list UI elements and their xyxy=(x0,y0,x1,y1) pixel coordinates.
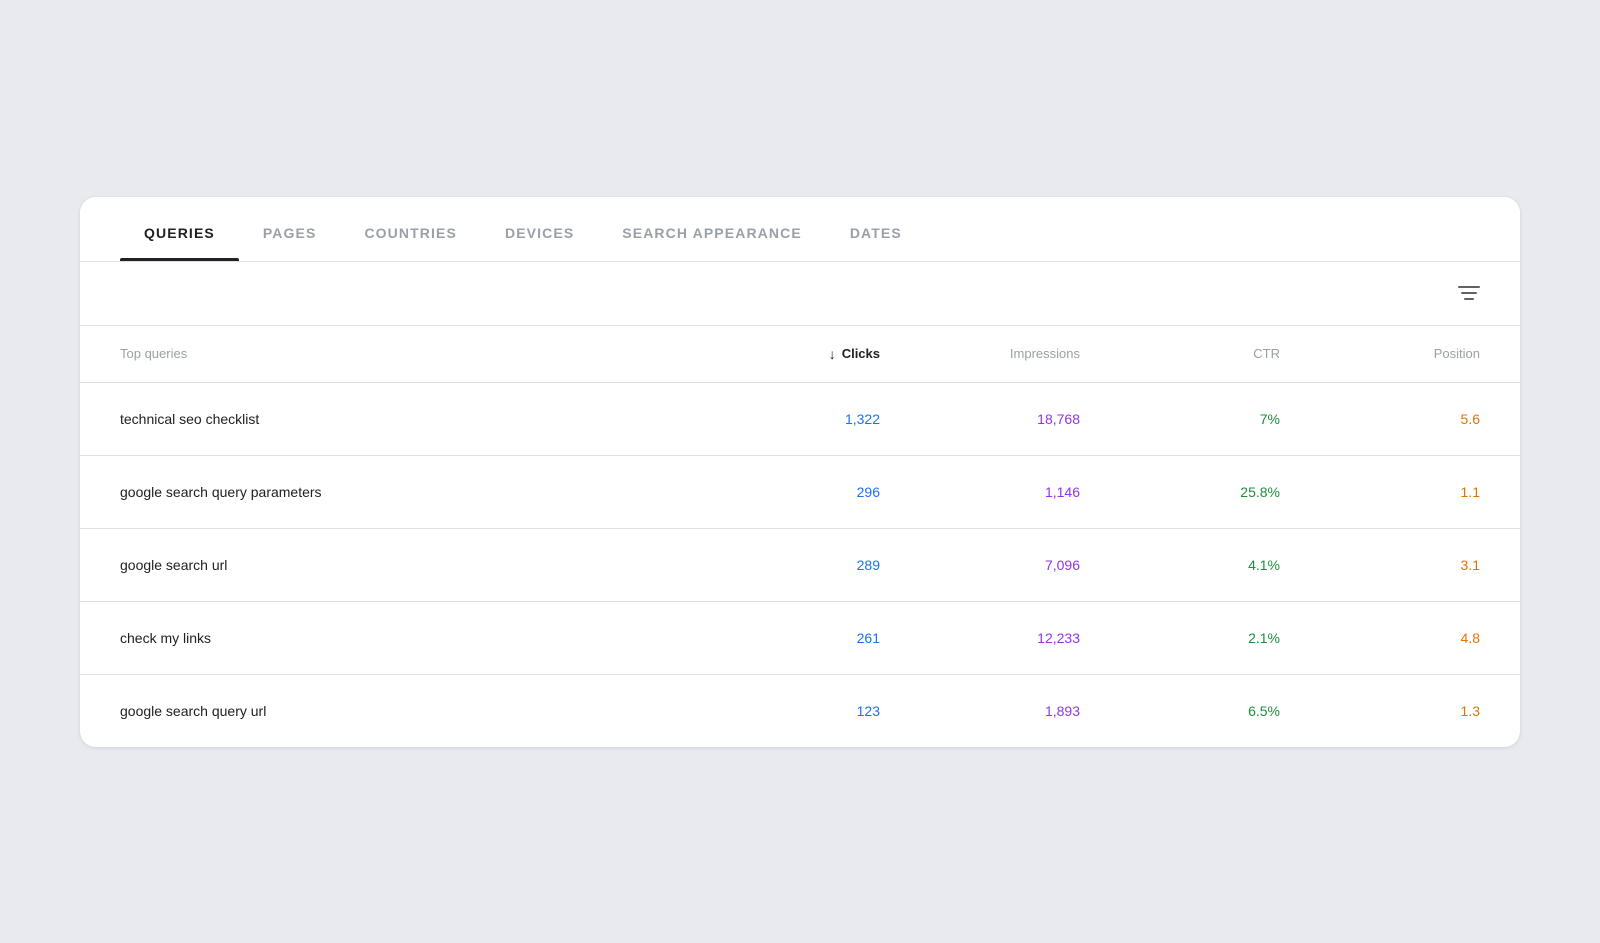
ctr-value: 25.8% xyxy=(1080,484,1280,500)
ctr-value: 6.5% xyxy=(1080,703,1280,719)
impressions-value: 7,096 xyxy=(880,557,1080,573)
tab-dates[interactable]: DATES xyxy=(826,197,926,261)
position-value: 1.3 xyxy=(1280,703,1480,719)
tab-search-appearance[interactable]: SEARCH APPEARANCE xyxy=(598,197,826,261)
filter-button[interactable] xyxy=(1458,286,1480,300)
clicks-value: 296 xyxy=(680,484,880,500)
col-header-position[interactable]: Position xyxy=(1280,346,1480,362)
table-row: google search query parameters 296 1,146… xyxy=(80,456,1520,529)
clicks-value: 261 xyxy=(680,630,880,646)
tab-devices[interactable]: DEVICES xyxy=(481,197,598,261)
query-name: google search query parameters xyxy=(120,484,680,500)
position-value: 1.1 xyxy=(1280,484,1480,500)
table-row: google search query url 123 1,893 6.5% 1… xyxy=(80,675,1520,747)
clicks-value: 123 xyxy=(680,703,880,719)
impressions-value: 1,893 xyxy=(880,703,1080,719)
col-header-impressions[interactable]: Impressions xyxy=(880,346,1080,362)
col-header-ctr[interactable]: CTR xyxy=(1080,346,1280,362)
clicks-value: 289 xyxy=(680,557,880,573)
main-card: QUERIES PAGES COUNTRIES DEVICES SEARCH A… xyxy=(80,197,1520,747)
position-value: 5.6 xyxy=(1280,411,1480,427)
ctr-value: 4.1% xyxy=(1080,557,1280,573)
col-header-clicks[interactable]: ↓ Clicks xyxy=(680,346,880,362)
table-header: Top queries ↓ Clicks Impressions CTR Pos… xyxy=(80,326,1520,383)
position-value: 3.1 xyxy=(1280,557,1480,573)
col-header-query: Top queries xyxy=(120,346,680,362)
tab-queries[interactable]: QUERIES xyxy=(120,197,239,261)
query-name: check my links xyxy=(120,630,680,646)
tab-pages[interactable]: PAGES xyxy=(239,197,341,261)
tab-countries[interactable]: COUNTRIES xyxy=(340,197,481,261)
impressions-value: 1,146 xyxy=(880,484,1080,500)
query-name: technical seo checklist xyxy=(120,411,680,427)
table-row: google search url 289 7,096 4.1% 3.1 xyxy=(80,529,1520,602)
position-value: 4.8 xyxy=(1280,630,1480,646)
impressions-value: 12,233 xyxy=(880,630,1080,646)
filter-line-1 xyxy=(1458,286,1480,288)
query-name: google search query url xyxy=(120,703,680,719)
filter-line-3 xyxy=(1464,298,1474,300)
query-name: google search url xyxy=(120,557,680,573)
data-table: Top queries ↓ Clicks Impressions CTR Pos… xyxy=(80,326,1520,747)
ctr-value: 2.1% xyxy=(1080,630,1280,646)
filter-line-2 xyxy=(1461,292,1477,294)
impressions-value: 18,768 xyxy=(880,411,1080,427)
table-row: check my links 261 12,233 2.1% 4.8 xyxy=(80,602,1520,675)
table-row: technical seo checklist 1,322 18,768 7% … xyxy=(80,383,1520,456)
sort-arrow-icon: ↓ xyxy=(829,346,836,362)
filter-bar xyxy=(80,262,1520,326)
clicks-value: 1,322 xyxy=(680,411,880,427)
tabs-bar: QUERIES PAGES COUNTRIES DEVICES SEARCH A… xyxy=(80,197,1520,262)
ctr-value: 7% xyxy=(1080,411,1280,427)
